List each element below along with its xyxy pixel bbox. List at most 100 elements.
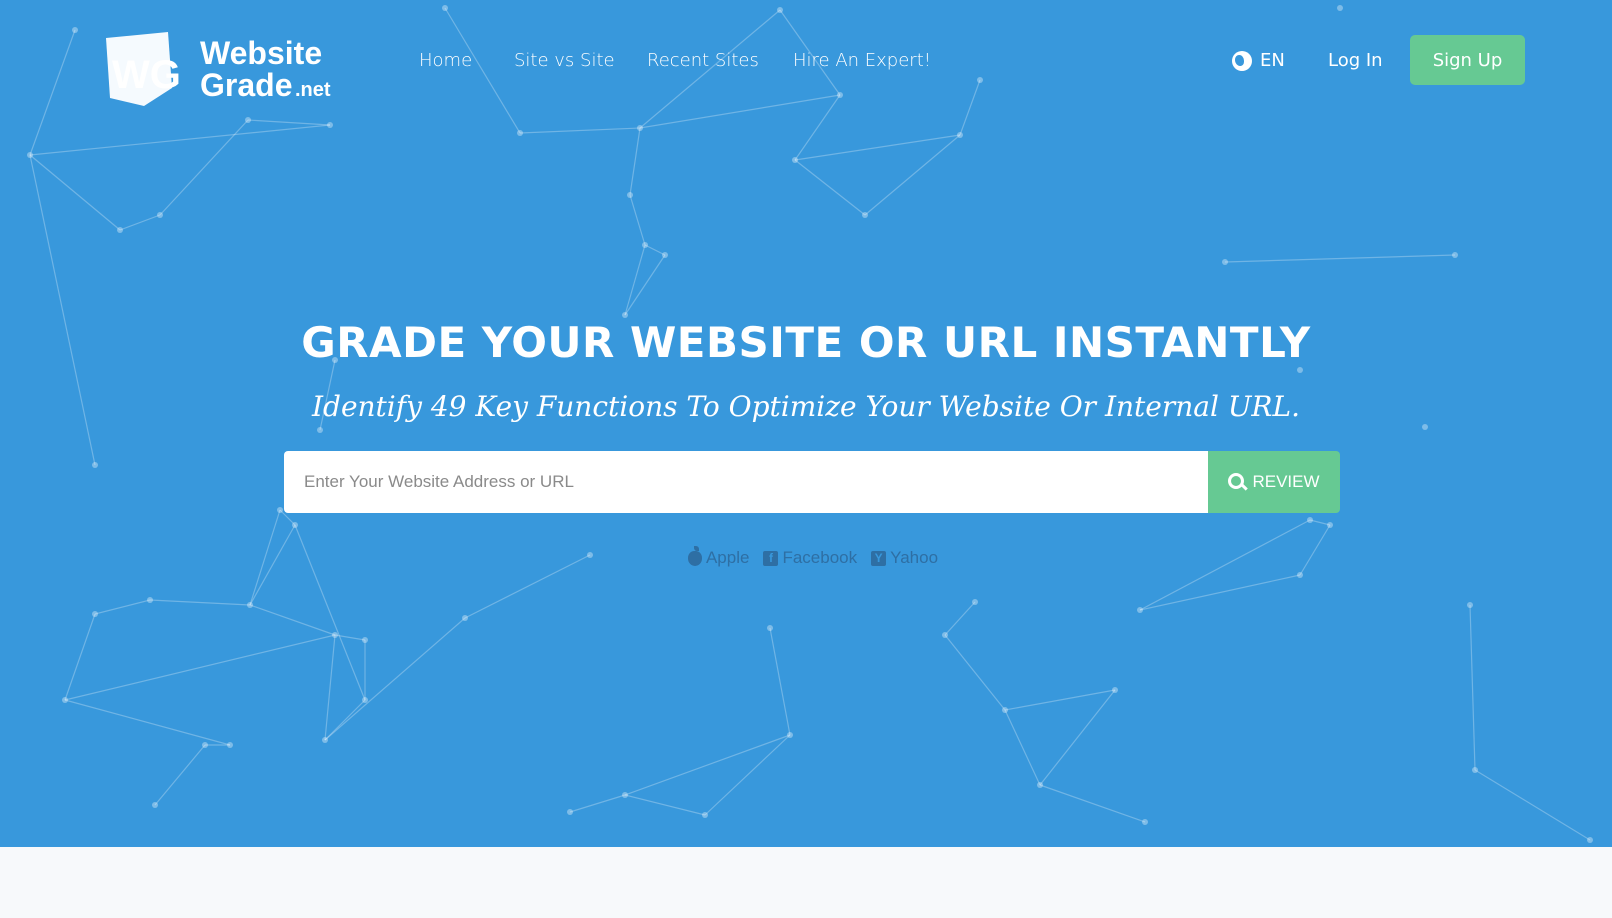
network-node bbox=[292, 522, 298, 528]
logo-suffix: .net bbox=[295, 79, 331, 101]
network-node bbox=[1297, 572, 1303, 578]
network-node bbox=[202, 742, 208, 748]
network-node bbox=[627, 192, 633, 198]
example-label: Facebook bbox=[782, 548, 858, 567]
example-label: Apple bbox=[705, 548, 750, 567]
network-edge bbox=[624, 254, 666, 316]
network-node bbox=[322, 737, 328, 743]
network-node bbox=[1472, 767, 1478, 773]
network-edge bbox=[624, 734, 791, 796]
network-edge bbox=[1224, 254, 1456, 263]
network-node bbox=[27, 152, 33, 158]
network-node bbox=[642, 242, 648, 248]
network-node bbox=[247, 602, 253, 608]
network-edge bbox=[154, 744, 206, 806]
example-apple[interactable]: Apple bbox=[687, 545, 750, 568]
network-edge bbox=[1309, 519, 1331, 526]
network-edge bbox=[149, 599, 251, 606]
signup-button[interactable]: Sign Up bbox=[1410, 35, 1525, 85]
language-selector[interactable]: EN bbox=[1232, 50, 1285, 71]
review-button[interactable]: REVIEW bbox=[1208, 451, 1340, 513]
globe-icon bbox=[1232, 50, 1252, 71]
network-edge bbox=[644, 244, 666, 256]
url-input[interactable] bbox=[284, 451, 1208, 513]
network-node bbox=[1327, 522, 1333, 528]
network-node bbox=[1452, 252, 1458, 258]
logo-monogram: WG bbox=[112, 53, 181, 97]
apple-icon bbox=[687, 545, 702, 566]
network-node bbox=[277, 507, 283, 513]
network-edge bbox=[624, 244, 646, 316]
network-node bbox=[245, 117, 251, 123]
network-node bbox=[227, 742, 233, 748]
network-node bbox=[332, 632, 338, 638]
network-node bbox=[1222, 259, 1228, 265]
network-edge bbox=[769, 627, 791, 736]
network-edge bbox=[629, 194, 646, 246]
network-edge bbox=[944, 601, 976, 636]
network-edge bbox=[1039, 784, 1146, 823]
site-logo[interactable]: WG Website Grade .net bbox=[104, 28, 344, 112]
network-node bbox=[767, 625, 773, 631]
network-node bbox=[72, 27, 78, 33]
network-node bbox=[942, 632, 948, 638]
network-node bbox=[837, 92, 843, 98]
network-node bbox=[1037, 782, 1043, 788]
logo-line1: Website bbox=[200, 35, 322, 71]
nav-site-vs-site[interactable]: Site vs Site bbox=[514, 50, 615, 71]
network-node bbox=[702, 812, 708, 818]
nav-home[interactable]: Home bbox=[419, 50, 472, 71]
network-node bbox=[1422, 424, 1428, 430]
network-node bbox=[977, 77, 983, 83]
search-icon bbox=[1228, 473, 1246, 491]
network-edge bbox=[324, 634, 336, 741]
yahoo-icon: Y bbox=[871, 550, 887, 566]
facebook-icon: f bbox=[763, 550, 779, 566]
login-link[interactable]: Log In bbox=[1328, 50, 1383, 71]
network-node bbox=[1297, 367, 1303, 373]
network-edge bbox=[119, 214, 161, 231]
nav-recent-sites[interactable]: Recent Sites bbox=[647, 50, 759, 71]
network-edge bbox=[1469, 604, 1476, 771]
network-node bbox=[1137, 607, 1143, 613]
hero-section: WG Website Grade .net Home Site vs Site … bbox=[0, 0, 1612, 847]
network-node bbox=[517, 130, 523, 136]
network-node bbox=[622, 792, 628, 798]
network-node bbox=[862, 212, 868, 218]
network-node bbox=[567, 809, 573, 815]
network-edge bbox=[64, 699, 231, 746]
example-label: Yahoo bbox=[890, 548, 939, 567]
network-node bbox=[92, 611, 98, 617]
network-node bbox=[1337, 5, 1343, 11]
network-node bbox=[362, 697, 368, 703]
network-node bbox=[637, 125, 643, 131]
logo-line2: Grade bbox=[200, 67, 292, 103]
network-edge bbox=[159, 119, 249, 216]
network-edge bbox=[639, 94, 841, 129]
network-node bbox=[92, 462, 98, 468]
network-node bbox=[117, 227, 123, 233]
network-node bbox=[442, 5, 448, 11]
example-yahoo[interactable]: Y Yahoo bbox=[871, 548, 938, 568]
hero-headline: GRADE YOUR WEBSITE OR URL INSTANTLY bbox=[301, 318, 1311, 367]
example-facebook[interactable]: f Facebook bbox=[763, 548, 857, 568]
hero-subline: Identify 49 Key Functions To Optimize Yo… bbox=[311, 390, 1301, 423]
network-node bbox=[1307, 517, 1313, 523]
review-button-label: REVIEW bbox=[1252, 472, 1320, 491]
network-node bbox=[317, 427, 323, 433]
network-node bbox=[62, 697, 68, 703]
network-edge bbox=[794, 159, 866, 216]
language-label: EN bbox=[1260, 50, 1285, 71]
network-edge bbox=[247, 119, 331, 126]
network-edge bbox=[64, 634, 336, 701]
network-node bbox=[327, 122, 333, 128]
network-edge bbox=[629, 127, 641, 196]
network-node bbox=[787, 732, 793, 738]
network-edge bbox=[1004, 709, 1041, 786]
network-node bbox=[957, 132, 963, 138]
network-edge bbox=[519, 127, 641, 134]
network-edge bbox=[1139, 574, 1301, 611]
network-node bbox=[1467, 602, 1473, 608]
nav-hire-expert[interactable]: Hire An Expert! bbox=[793, 50, 931, 71]
network-edge bbox=[64, 613, 96, 701]
